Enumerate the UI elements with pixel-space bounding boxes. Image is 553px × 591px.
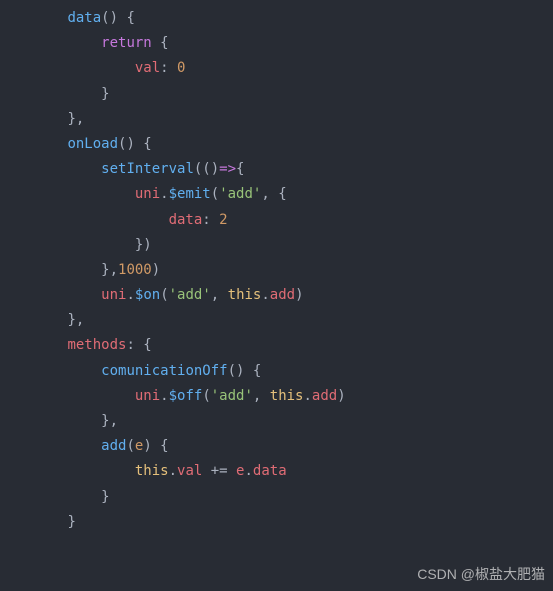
code-line: val: 0: [0, 60, 185, 76]
code-line: data() {: [0, 10, 135, 26]
code-line: this.val += e.data: [0, 463, 287, 479]
code-line: onLoad() {: [0, 136, 152, 152]
code-line: comunicationOff() {: [0, 363, 261, 379]
code-line: },: [0, 312, 84, 328]
code-line: }): [0, 237, 152, 253]
code-line: data: 2: [0, 212, 228, 228]
code-line: }: [0, 86, 110, 102]
code-line: uni.$emit('add', {: [0, 186, 287, 202]
code-line: },: [0, 111, 84, 127]
code-line: },1000): [0, 262, 160, 278]
watermark-text: CSDN @椒盐大肥猫: [417, 562, 545, 587]
code-line: }: [0, 514, 76, 530]
code-block: data() { return { val: 0 } }, onLoad() {…: [0, 0, 553, 535]
code-line: uni.$on('add', this.add): [0, 287, 304, 303]
code-line: methods: {: [0, 337, 152, 353]
code-line: return {: [0, 35, 169, 51]
code-line: },: [0, 413, 118, 429]
code-line: setInterval(()=>{: [0, 161, 244, 177]
code-line: add(e) {: [0, 438, 169, 454]
code-line: uni.$off('add', this.add): [0, 388, 346, 404]
code-line: }: [0, 489, 110, 505]
